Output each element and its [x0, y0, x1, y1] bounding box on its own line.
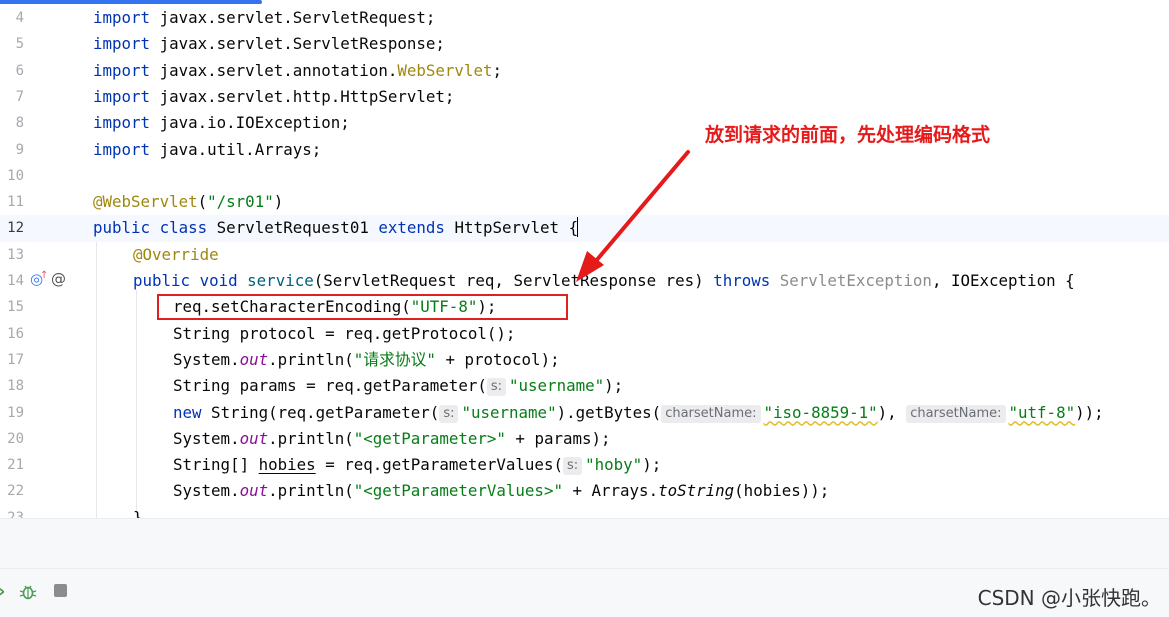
line-number: 14 — [7, 273, 24, 289]
line-number: 4 — [15, 10, 24, 26]
line-number: 16 — [7, 325, 24, 342]
code-line[interactable]: 23 } — [0, 505, 1169, 518]
code-text: String protocol = req.getProtocol(); — [173, 323, 516, 343]
gutter-icons: ◎ ↑ @ — [30, 267, 70, 291]
code-text: import java.io.IOException; — [93, 113, 350, 133]
line-number: 22 — [7, 483, 24, 500]
panel-divider — [0, 568, 1169, 569]
code-editor[interactable]: 4 import javax.servlet.ServletRequest; 5… — [0, 5, 1169, 518]
code-line[interactable]: 10 — [0, 163, 1169, 189]
code-text: @Override — [133, 244, 219, 264]
parameter-hint: s: — [486, 378, 507, 397]
code-text: System.out.println("<getParameterValues>… — [173, 481, 830, 501]
code-text: System.out.println("请求协议" + protocol); — [173, 349, 560, 369]
code-line[interactable]: 8 import java.io.IOException; — [0, 110, 1169, 136]
code-text: import javax.servlet.ServletResponse; — [93, 34, 445, 54]
code-text: import javax.servlet.ServletRequest; — [93, 8, 436, 27]
implements-arrow-icon: ↑ — [40, 270, 49, 281]
bug-icon[interactable] — [18, 582, 38, 602]
code-text: new String(req.getParameter(s: "username"… — [173, 402, 1104, 423]
line-number: 11 — [7, 194, 24, 211]
code-text: import javax.servlet.http.HttpServlet; — [93, 86, 455, 106]
code-text: System.out.println("<getParameter>" + pa… — [173, 428, 611, 448]
annotation-callout: 放到请求的前面，先处理编码格式 — [705, 124, 991, 146]
code-text: @WebServlet("/sr01") — [93, 192, 284, 212]
line-number: 8 — [15, 115, 24, 132]
line-number: 18 — [7, 378, 24, 395]
parameter-hint: s: — [439, 404, 459, 423]
code-line[interactable]: 7 import javax.servlet.http.HttpServlet; — [0, 84, 1169, 110]
line-number: 6 — [15, 62, 24, 79]
code-text: String[] hobies = req.getParameterValues… — [173, 455, 662, 476]
code-text: public void service(ServletRequest req, … — [133, 271, 1075, 290]
code-line-current[interactable]: 12 public class ServletRequest01 extends… — [0, 215, 1169, 242]
code-line[interactable]: 21 String[] hobies = req.getParameterVal… — [0, 452, 1169, 478]
run-chevron-icon[interactable]: › — [0, 581, 5, 602]
code-line[interactable]: 22 System.out.println("<getParameterValu… — [0, 478, 1169, 504]
code-line[interactable]: 16 String protocol = req.getProtocol(); — [0, 321, 1169, 347]
code-line[interactable]: 13 @Override — [0, 242, 1169, 268]
line-number: 23 — [7, 509, 24, 518]
code-line[interactable]: 11 @WebServlet("/sr01") — [0, 189, 1169, 215]
line-number: 10 — [7, 167, 24, 184]
line-number: 7 — [15, 88, 24, 105]
line-number: 15 — [7, 299, 24, 316]
code-line[interactable]: 14 public void service(ServletRequest re… — [0, 268, 1169, 294]
line-number: 5 — [15, 36, 24, 53]
code-line[interactable]: 5 import javax.servlet.ServletResponse; — [0, 31, 1169, 57]
line-number: 20 — [7, 430, 24, 447]
line-number: 19 — [7, 404, 24, 421]
parameter-hint: charsetName: — [661, 404, 761, 423]
parameter-hint: charsetName: — [906, 404, 1006, 423]
line-number: 9 — [15, 141, 24, 158]
line-number: 21 — [7, 457, 24, 474]
code-line[interactable]: 17 System.out.println("请求协议" + protocol)… — [0, 347, 1169, 373]
highlight-box — [157, 294, 568, 320]
watermark: CSDN @小张快跑。 — [977, 586, 1161, 610]
annotation-at-icon[interactable]: @ — [51, 269, 66, 289]
code-line[interactable]: 6 import javax.servlet.annotation.WebSer… — [0, 58, 1169, 84]
code-line[interactable]: 18 String params = req.getParameter(s: "u… — [0, 373, 1169, 399]
code-line[interactable]: 9 import java.util.Arrays; — [0, 137, 1169, 163]
code-line[interactable]: 20 System.out.println("<getParameter>" +… — [0, 426, 1169, 452]
line-number: 13 — [7, 246, 24, 263]
loading-progress-bar — [0, 0, 262, 4]
code-text: public class ServletRequest01 extends Ht… — [93, 217, 579, 238]
code-text: String params = req.getParameter(s: "user… — [173, 376, 624, 397]
text-caret — [577, 217, 579, 238]
stop-icon[interactable] — [54, 584, 67, 597]
code-text: import java.util.Arrays; — [93, 139, 322, 159]
code-text: import javax.servlet.annotation.WebServl… — [93, 60, 502, 80]
parameter-hint: s: — [562, 457, 583, 476]
line-number: 12 — [7, 220, 24, 237]
code-text: } — [133, 507, 143, 518]
code-line[interactable]: 19 new String(req.getParameter(s: "userna… — [0, 400, 1169, 426]
line-number: 17 — [7, 351, 24, 368]
code-line[interactable]: 4 import javax.servlet.ServletRequest; — [0, 5, 1169, 31]
